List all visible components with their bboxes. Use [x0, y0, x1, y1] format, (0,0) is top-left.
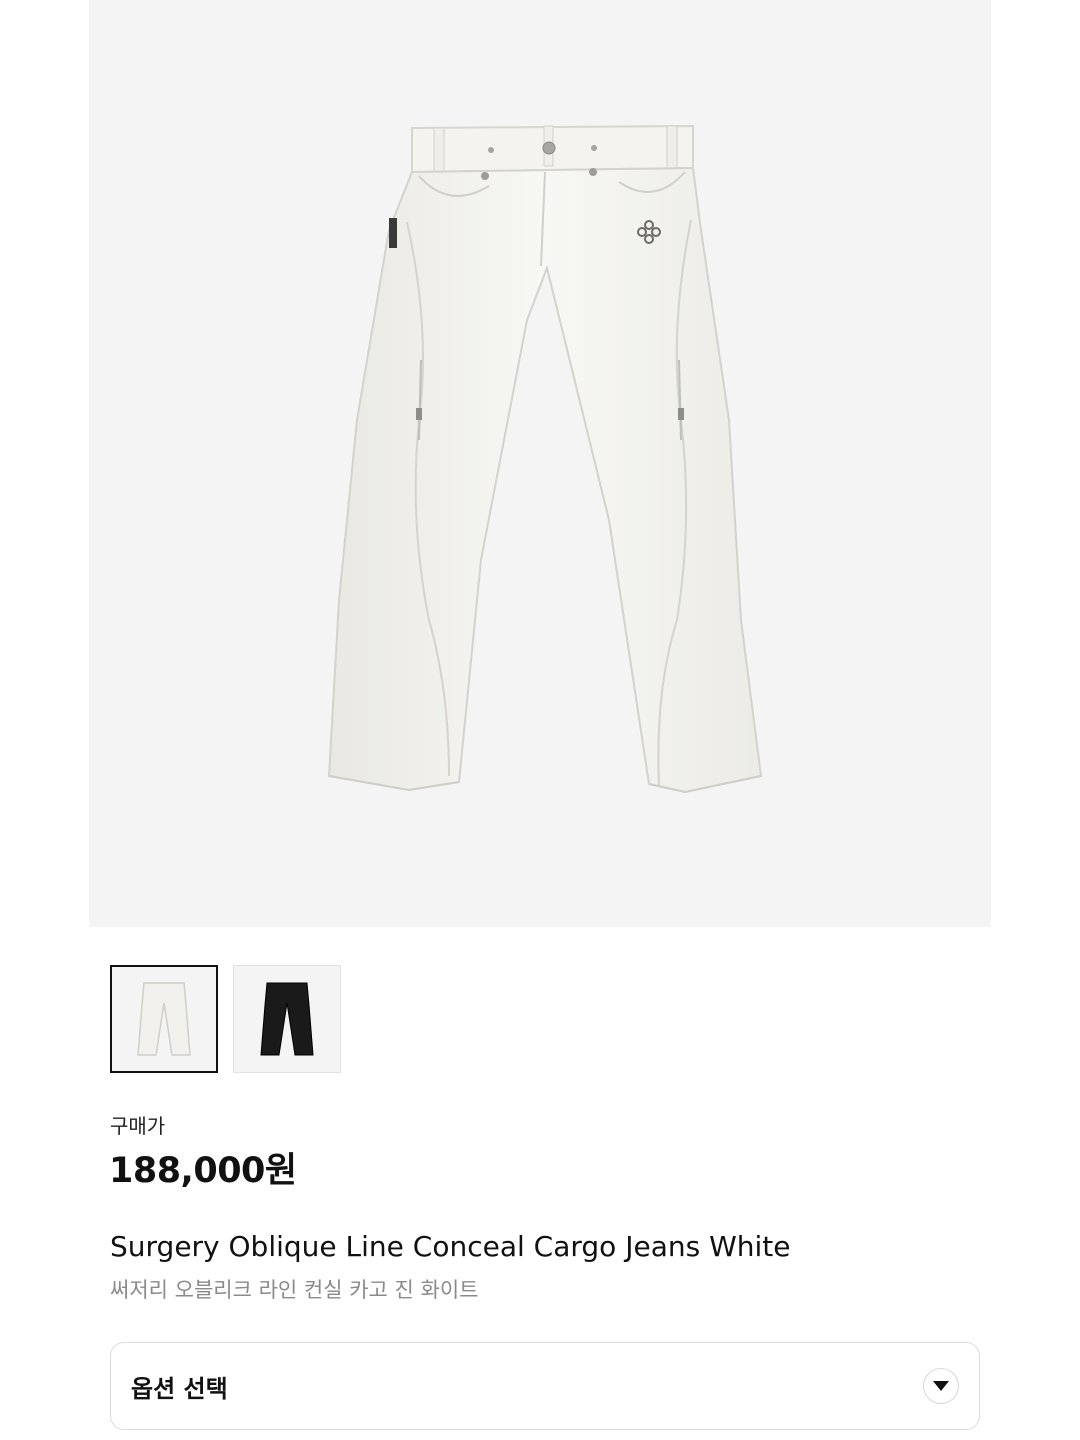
- product-main-image: [89, 0, 991, 927]
- black-jeans-thumbnail-icon: [260, 982, 314, 1056]
- thumbnail-black[interactable]: [233, 965, 341, 1073]
- chevron-down-icon[interactable]: [923, 1368, 959, 1404]
- white-jeans-illustration: [327, 124, 763, 794]
- option-select-dropdown[interactable]: 옵션 선택: [110, 1342, 980, 1430]
- product-name: Surgery Oblique Line Conceal Cargo Jeans…: [110, 1230, 791, 1263]
- thumbnail-list: [110, 965, 341, 1073]
- option-select-label: 옵션 선택: [131, 1374, 228, 1403]
- white-jeans-thumbnail-icon: [137, 982, 191, 1056]
- product-detail-page: 구매가 188,000원 Surgery Oblique Line Concea…: [0, 0, 1080, 1440]
- price-value: 188,000원: [109, 1151, 297, 1191]
- thumbnail-white[interactable]: [110, 965, 218, 1073]
- price-label: 구매가: [110, 1114, 166, 1138]
- product-name-korean: 써저리 오블리크 라인 컨실 카고 진 화이트: [110, 1278, 479, 1302]
